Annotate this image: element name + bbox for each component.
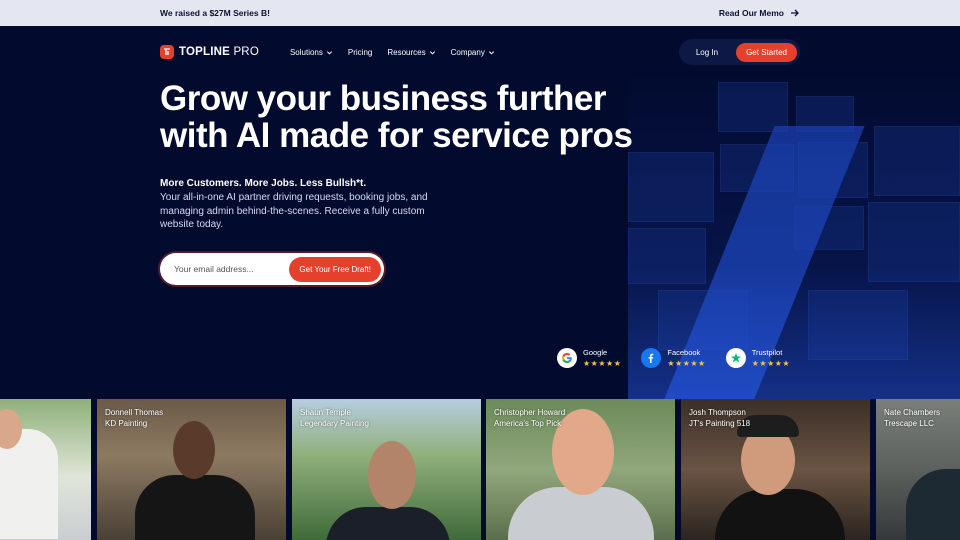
menu-item-solutions[interactable]: Solutions (290, 48, 333, 57)
testimonial-caption: Nate Chambers Trescape LLC (884, 408, 941, 428)
main-menu: Solutions Pricing Resources Company (290, 48, 495, 57)
review-source-name: Trustpilot (751, 348, 783, 357)
menu-item-pricing[interactable]: Pricing (348, 48, 372, 57)
testimonial-caption: Christopher Howard America's Top Pick (494, 408, 566, 428)
testimonial-card[interactable]: Josh Thompson JT's Painting 518 (681, 399, 870, 540)
star-rating: ★★★★★ (667, 359, 706, 368)
menu-item-resources[interactable]: Resources (387, 48, 435, 57)
facebook-icon (641, 348, 662, 368)
testimonial-card[interactable]: Shaun Temple Legendary Painting (292, 399, 481, 540)
review-ratings: Google ★★★★★ Facebook ★★★★★ Trustpilot ★… (557, 348, 790, 368)
topline-logo[interactable]: TOPLINE PRO (160, 45, 259, 59)
chevron-down-icon (326, 50, 332, 55)
testimonial-strip: Donnell Thomas KD Painting Shaun Temple … (0, 399, 960, 540)
hero-tagline: More Customers. More Jobs. Less Bullsh*t… (160, 178, 367, 189)
read-memo-link[interactable]: Read Our Memo (719, 8, 800, 18)
read-memo-label: Read Our Memo (718, 8, 784, 18)
announcement-bar: We raised a $27M Series B! Read Our Memo (0, 0, 960, 26)
review-trustpilot[interactable]: Trustpilot ★★★★★ (725, 348, 791, 368)
menu-item-company[interactable]: Company (451, 48, 495, 57)
star-rating: ★★★★★ (751, 359, 791, 368)
logo-text: TOPLINE PRO (179, 46, 259, 58)
testimonial-card[interactable]: Donnell Thomas KD Painting (97, 399, 286, 540)
testimonial-caption: Josh Thompson JT's Painting 518 (689, 408, 751, 428)
star-rating: ★★★★★ (583, 359, 622, 368)
review-source-name: Google (583, 348, 608, 357)
hero-section: TOPLINE PRO Solutions Pricing Resources … (0, 26, 960, 400)
google-icon (557, 348, 577, 368)
email-signup-form: Get Your Free Draft! (160, 253, 384, 285)
testimonial-card[interactable] (0, 399, 91, 540)
chevron-down-icon (488, 50, 494, 55)
review-google[interactable]: Google ★★★★★ (557, 348, 621, 368)
chevron-down-icon (429, 50, 435, 55)
testimonial-card[interactable]: Nate Chambers Trescape LLC (876, 399, 960, 540)
announcement-text: We raised a $27M Series B! (160, 8, 270, 18)
login-button[interactable]: Log In (682, 48, 732, 57)
testimonial-card[interactable]: Christopher Howard America's Top Pick (486, 399, 675, 540)
logo-mark-icon (160, 45, 174, 59)
trustpilot-icon (725, 348, 746, 368)
get-started-button[interactable]: Get Started (736, 42, 797, 62)
arrow-right-icon (791, 9, 799, 17)
review-source-name: Facebook (667, 348, 701, 357)
review-facebook[interactable]: Facebook ★★★★★ (641, 348, 705, 368)
hero-headline: Grow your business further with AI made … (160, 79, 633, 155)
hero-description: Your all-in-one AI partner driving reque… (160, 192, 428, 230)
free-draft-button[interactable]: Get Your Free Draft! (289, 256, 381, 282)
email-input[interactable] (174, 264, 290, 274)
nav-actions: Log In Get Started (678, 39, 800, 65)
testimonial-caption: Shaun Temple Legendary Painting (300, 408, 369, 428)
top-nav: TOPLINE PRO Solutions Pricing Resources … (160, 34, 800, 70)
testimonial-caption: Donnell Thomas KD Painting (105, 408, 164, 428)
